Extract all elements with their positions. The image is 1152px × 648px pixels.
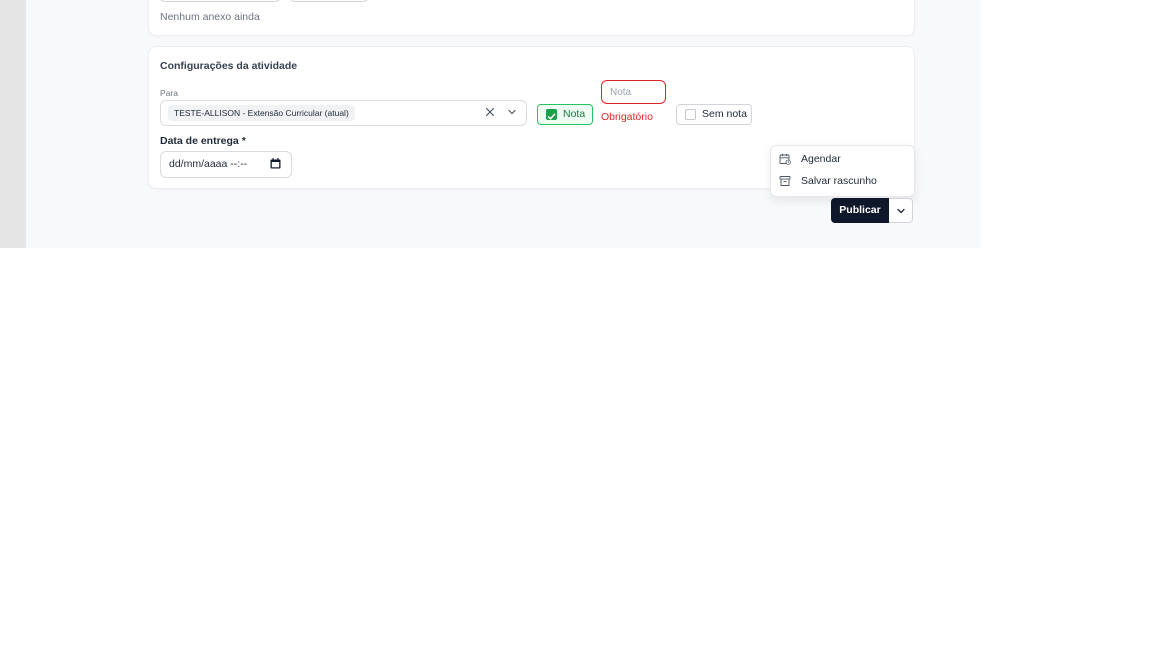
checkbox-checked-icon[interactable]	[546, 109, 557, 120]
grade-toggle[interactable]: Nota	[537, 104, 593, 125]
menu-item-label: Agendar	[801, 153, 841, 165]
publish-options-toggle[interactable]	[889, 198, 913, 223]
menu-item-label: Salvar rascunho	[801, 175, 877, 187]
sidebar-rail	[0, 0, 26, 248]
chevron-down-icon	[897, 208, 905, 214]
due-date-input[interactable]: dd/mm/aaaa --:--	[160, 151, 292, 178]
no-grade-label: Sem nota	[702, 108, 747, 120]
selected-class-chip: TESTE-ALLISON - Extensão Curricular (atu…	[168, 105, 355, 121]
calendar-icon[interactable]	[270, 158, 281, 169]
due-date-label: Data de entrega *	[160, 135, 246, 147]
clear-icon[interactable]	[483, 105, 497, 119]
grade-toggle-label: Nota	[563, 108, 586, 120]
attachments-empty-text: Nenhum anexo ainda	[160, 11, 260, 23]
archive-icon	[779, 176, 791, 186]
grade-input[interactable]	[601, 80, 666, 104]
due-date-value: dd/mm/aaaa --:--	[169, 158, 248, 170]
chevron-down-icon[interactable]	[505, 105, 519, 119]
menu-item-save-draft[interactable]: Salvar rascunho	[771, 172, 914, 193]
section-title: Configurações da atividade	[160, 60, 298, 72]
attach-file-button[interactable]	[159, 0, 281, 2]
publish-button[interactable]: Publicar	[831, 198, 889, 223]
publish-options-menu: Agendar Salvar rascunho	[770, 145, 915, 197]
menu-item-schedule[interactable]: Agendar	[771, 150, 914, 171]
grade-required-message: Obrigatório	[601, 111, 653, 123]
for-label: Para	[160, 88, 178, 98]
attachments-card: Nenhum anexo ainda	[148, 0, 915, 36]
attach-link-button[interactable]	[289, 0, 369, 2]
calendar-clock-icon	[779, 153, 791, 165]
no-grade-toggle[interactable]: Sem nota	[676, 104, 752, 125]
checkbox-unchecked-icon[interactable]	[685, 109, 696, 120]
class-select[interactable]: TESTE-ALLISON - Extensão Curricular (atu…	[160, 100, 527, 126]
